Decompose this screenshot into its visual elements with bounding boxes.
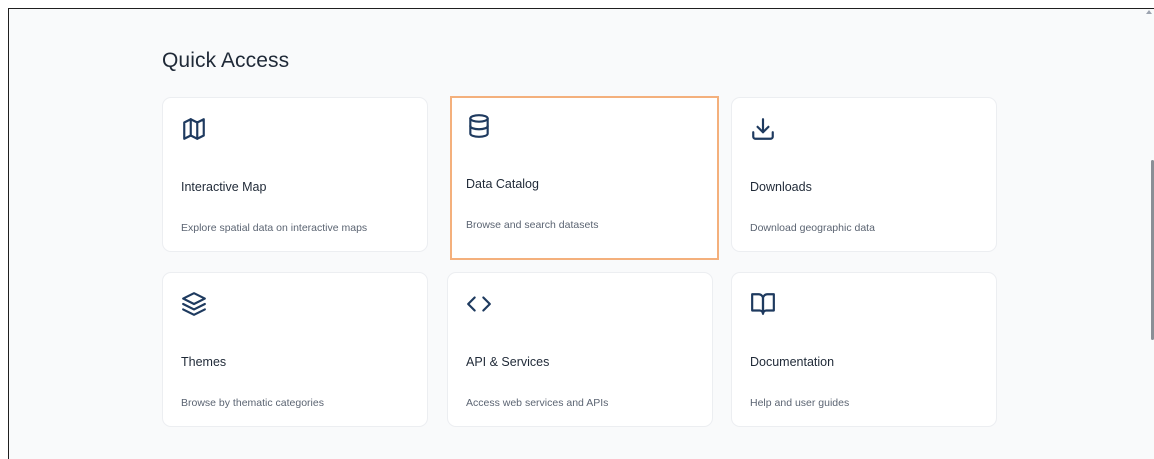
card-data-catalog[interactable]: Data Catalog Browse and search datasets	[450, 96, 719, 260]
map-icon	[181, 116, 207, 142]
download-icon	[750, 116, 776, 142]
card-title: Documentation	[750, 355, 835, 369]
card-title: Downloads	[750, 180, 812, 194]
card-themes[interactable]: Themes Browse by thematic categories	[162, 272, 428, 427]
scroll-up-arrow-icon[interactable]	[1146, 10, 1152, 14]
card-title: Themes	[181, 355, 227, 369]
card-title: Data Catalog	[466, 177, 539, 191]
card-description: Download geographic data	[750, 222, 875, 234]
card-api-services[interactable]: API & Services Access web services and A…	[447, 272, 713, 427]
layers-icon	[181, 291, 207, 317]
card-description: Browse by thematic categories	[181, 397, 324, 409]
book-icon	[750, 291, 776, 317]
card-documentation[interactable]: Documentation Help and user guides	[731, 272, 997, 427]
card-description: Help and user guides	[750, 397, 850, 409]
card-downloads[interactable]: Downloads Download geographic data	[731, 97, 997, 252]
card-title: API & Services	[466, 355, 550, 369]
section-title: Quick Access	[162, 49, 290, 72]
card-description: Browse and search datasets	[466, 219, 599, 231]
card-interactive-map[interactable]: Interactive Map Explore spatial data on …	[162, 97, 428, 252]
card-description: Access web services and APIs	[466, 397, 609, 409]
code-icon	[466, 291, 492, 317]
main-content: Quick Access Interactive Map Explore spa…	[8, 8, 1154, 459]
database-icon	[466, 113, 492, 139]
card-title: Interactive Map	[181, 180, 267, 194]
card-description: Explore spatial data on interactive maps	[181, 222, 368, 234]
